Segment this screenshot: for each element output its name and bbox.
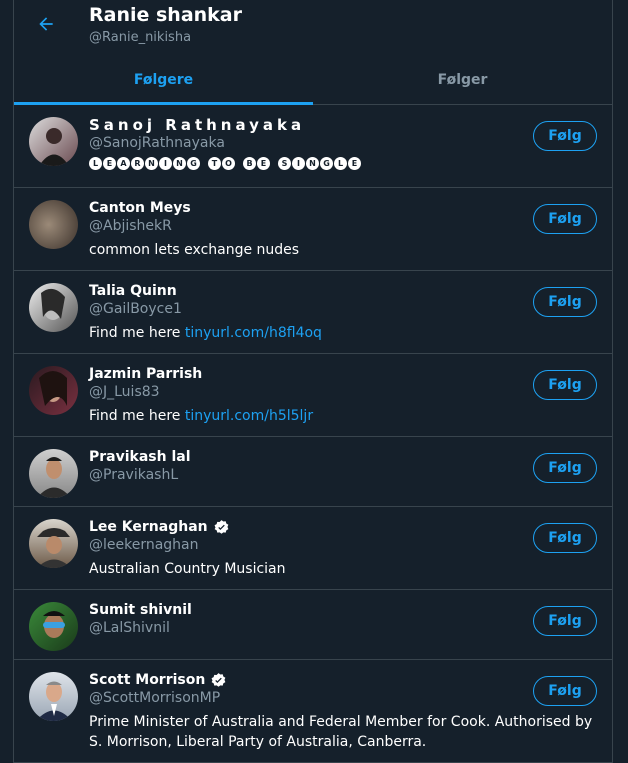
verified-badge-icon	[211, 672, 226, 687]
bio-link[interactable]: tinyurl.com/h8fl4oq	[185, 325, 322, 341]
bio-letter: R	[131, 157, 144, 170]
bio-link[interactable]: tinyurl.com/h5l5ljr	[185, 408, 313, 424]
user-bio: Find me here tinyurl.com/h8fl4oq	[89, 323, 600, 343]
user-bio: LEARNINGTOBESINGLE	[89, 157, 361, 170]
bio-letter: G	[187, 157, 200, 170]
user-name[interactable]: Pravikash lal	[89, 449, 191, 465]
user-name[interactable]: Scott Morrison	[89, 672, 205, 688]
bio-letter: I	[292, 157, 305, 170]
user-name[interactable]: Talia Quinn	[89, 283, 177, 299]
followers-panel: Ranie shankar @Ranie_nikisha Følgere Føl…	[13, 0, 613, 763]
user-name[interactable]: Lee Kernaghan	[89, 519, 208, 535]
avatar[interactable]	[29, 366, 78, 415]
avatar[interactable]	[29, 672, 78, 721]
bio-letter: N	[145, 157, 158, 170]
user-handle: @GailBoyce1	[89, 301, 182, 317]
page-handle: @Ranie_nikisha	[89, 30, 192, 45]
bio-letter: O	[222, 157, 235, 170]
user-row[interactable]: Sumit shivnil @LalShivnil Følg	[14, 590, 612, 660]
user-row[interactable]: Jazmin Parrish @J_Luis83 Find me here ti…	[14, 354, 612, 437]
user-row[interactable]: Scott Morrison @ScottMorrisonMP Prime Mi…	[14, 660, 612, 763]
user-list: Sanoj Rathnayaka @SanojRathnayaka LEARNI…	[14, 105, 612, 763]
bio-letter: E	[257, 157, 270, 170]
user-handle: @J_Luis83	[89, 384, 160, 400]
user-handle: @LalShivnil	[89, 620, 170, 636]
bio-letter	[236, 157, 242, 170]
user-bio: Prime Minister of Australia and Federal …	[89, 714, 593, 750]
bio-letter: A	[117, 157, 130, 170]
user-bio: Australian Country Musician	[89, 561, 286, 577]
user-handle: @AbjishekR	[89, 218, 172, 234]
user-row[interactable]: Talia Quinn @GailBoyce1 Find me here tin…	[14, 271, 612, 354]
bio-letter: G	[320, 157, 333, 170]
bio-letter: I	[159, 157, 172, 170]
avatar[interactable]	[29, 449, 78, 498]
user-row[interactable]: Sanoj Rathnayaka @SanojRathnayaka LEARNI…	[14, 105, 612, 188]
user-handle: @PravikashL	[89, 467, 179, 483]
bio-letter: L	[89, 157, 102, 170]
page-title: Ranie shankar	[89, 4, 243, 26]
bio-letter: E	[103, 157, 116, 170]
avatar[interactable]	[29, 283, 78, 332]
user-handle: @SanojRathnayaka	[89, 135, 225, 151]
user-handle: @leekernaghan	[89, 537, 199, 553]
bio-letter	[201, 157, 207, 170]
user-handle: @ScottMorrisonMP	[89, 690, 221, 706]
user-bio: common lets exchange nudes	[89, 242, 300, 258]
follow-button[interactable]: Følg	[533, 453, 597, 483]
verified-badge-icon	[214, 519, 228, 534]
tab-following[interactable]: Følger	[313, 56, 612, 104]
user-row[interactable]: Pravikash lal @PravikashL Følg	[14, 437, 612, 507]
follow-button[interactable]: Følg	[533, 676, 597, 706]
bio-letter: E	[348, 157, 361, 170]
user-bio: Find me here tinyurl.com/h5l5ljr	[89, 406, 600, 426]
arrow-left-icon	[39, 17, 53, 31]
user-name[interactable]: Sumit shivnil	[89, 602, 192, 618]
follow-button[interactable]: Følg	[533, 121, 597, 151]
back-button[interactable]	[34, 12, 58, 36]
bio-letter: N	[173, 157, 186, 170]
user-name[interactable]: Canton Meys	[89, 200, 191, 216]
bio-letter: B	[243, 157, 256, 170]
bio-letter: T	[208, 157, 221, 170]
bio-letter: N	[306, 157, 319, 170]
user-name[interactable]: Sanoj Rathnayaka	[89, 116, 305, 134]
bio-text: Find me here	[89, 408, 185, 424]
avatar[interactable]	[29, 602, 78, 651]
avatar[interactable]	[29, 519, 78, 568]
follow-button[interactable]: Følg	[533, 523, 597, 553]
tab-bar: Følgere Følger	[14, 56, 612, 105]
tab-followers[interactable]: Følgere	[14, 56, 313, 105]
profile-header: Ranie shankar @Ranie_nikisha	[14, 0, 612, 56]
bio-letter	[271, 157, 277, 170]
bio-letter: S	[278, 157, 291, 170]
user-name[interactable]: Jazmin Parrish	[89, 366, 202, 382]
user-row[interactable]: Lee Kernaghan @leekernaghan Australian C…	[14, 507, 612, 590]
avatar[interactable]	[29, 117, 78, 166]
follow-button[interactable]: Følg	[533, 204, 597, 234]
follow-button[interactable]: Følg	[533, 370, 597, 400]
bio-letter: L	[334, 157, 347, 170]
follow-button[interactable]: Følg	[533, 287, 597, 317]
follow-button[interactable]: Følg	[533, 606, 597, 636]
avatar[interactable]	[29, 200, 78, 249]
user-row[interactable]: Canton Meys @AbjishekR common lets excha…	[14, 188, 612, 271]
bio-text: Find me here	[89, 325, 185, 341]
